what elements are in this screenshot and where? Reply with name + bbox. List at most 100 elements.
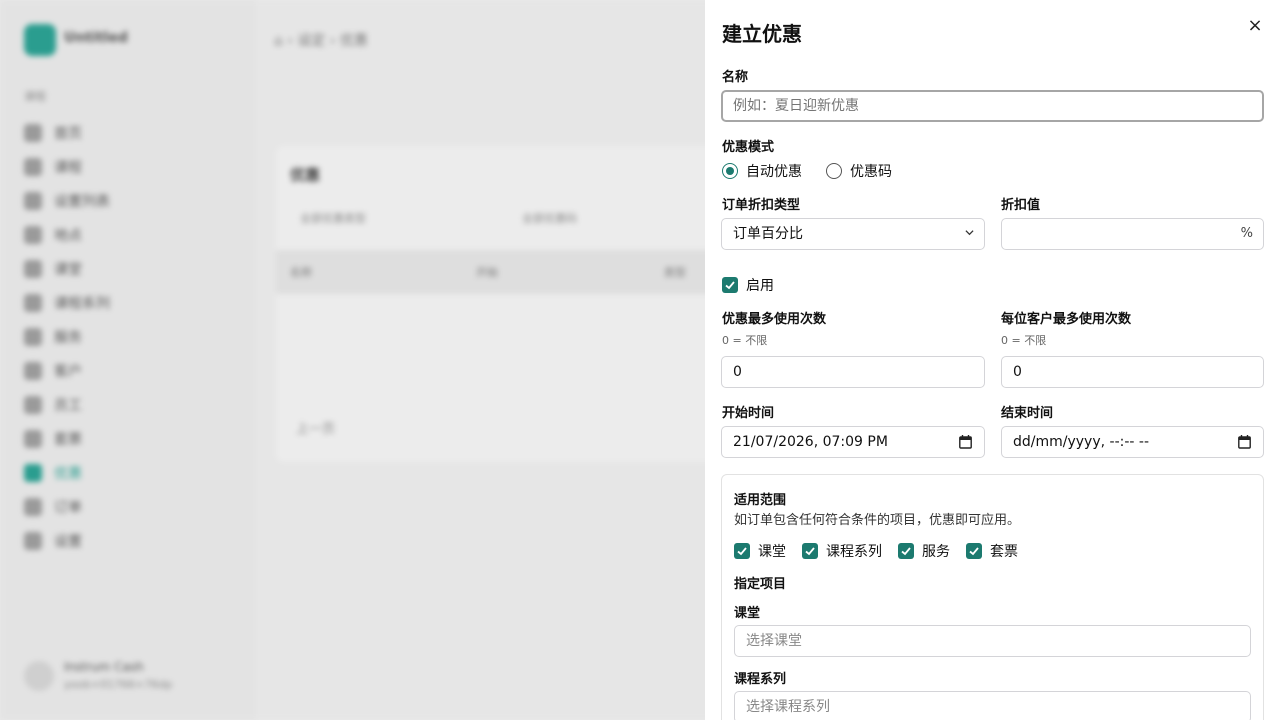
- sidebar-item-packages[interactable]: 套票: [24, 422, 234, 456]
- prev-page-button[interactable]: 上一页: [296, 418, 335, 437]
- start-time-input[interactable]: 21/07/2026, 07:09 PM: [721, 426, 985, 458]
- class-picker-label: 课堂: [734, 606, 761, 621]
- sidebar-item-orders[interactable]: 订单: [24, 490, 234, 524]
- sidebar-item-label: 设置列表: [54, 194, 110, 210]
- sidebar-item-settings[interactable]: 设置: [24, 524, 234, 558]
- name-label: 名称: [722, 70, 749, 85]
- avatar: [24, 660, 54, 691]
- sidebar-item-label: 课堂: [54, 262, 82, 278]
- sidebar-item-label: 课程: [54, 160, 82, 176]
- sidebar-item-label: 员工: [54, 398, 82, 414]
- discount-value-input[interactable]: %: [1001, 218, 1264, 250]
- discount-value-label: 折扣值: [1001, 198, 1041, 213]
- scope-description: 如订单包含任何符合条件的项目，优惠即可应用。: [734, 513, 1021, 528]
- breadcrumb: ⌂ › 设定 › 优惠: [274, 33, 368, 49]
- check-icon: [969, 547, 979, 556]
- app-logo: [24, 24, 56, 56]
- scope-type-checkboxes: 课堂 课程系列 服务 套票: [734, 541, 1018, 561]
- name-input[interactable]: [721, 90, 1264, 122]
- scope-section: 适用范围 如订单包含任何符合条件的项目，优惠即可应用。 课堂 课程系列 服务 套…: [721, 474, 1264, 720]
- auto-discount-radio[interactable]: [722, 163, 738, 179]
- class-icon: [24, 260, 42, 278]
- calendar-icon[interactable]: [959, 435, 972, 449]
- specific-items-label: 指定项目: [734, 577, 787, 592]
- series-picker-label: 课程系列: [734, 672, 787, 687]
- calendar-icon[interactable]: [1238, 435, 1251, 449]
- service-type-label[interactable]: 服务: [922, 541, 950, 561]
- sidebar-nav: 首页 课程 设置列表 地点 课堂 课程系列 服务 客户 员工 套票 优惠 订单 …: [24, 116, 234, 558]
- service-icon: [24, 328, 42, 346]
- sidebar-item-label: 课程系列: [54, 296, 110, 312]
- sidebar-item-staff[interactable]: 员工: [24, 388, 234, 422]
- sidebar-item-customers[interactable]: 客户: [24, 354, 234, 388]
- sidebar-item-label: 套票: [54, 432, 82, 448]
- sidebar-item-label: 首页: [54, 126, 82, 142]
- series-picker-input[interactable]: 选择课程系列: [734, 691, 1251, 720]
- start-time-value: 21/07/2026, 07:09 PM: [733, 434, 888, 450]
- max-uses-per-customer-label: 每位客户最多使用次数: [1001, 312, 1132, 327]
- start-time-label: 开始时间: [722, 406, 775, 421]
- service-type-checkbox[interactable]: [898, 543, 914, 559]
- home-icon: [24, 124, 42, 142]
- max-uses-input[interactable]: 0: [721, 356, 985, 388]
- app-name: Untitled: [64, 30, 128, 46]
- close-button[interactable]: ×: [1244, 14, 1266, 38]
- chevron-down-icon: [965, 230, 974, 236]
- type-filter[interactable]: 全部优惠类型: [290, 204, 490, 234]
- column-header: 开始: [476, 266, 498, 279]
- mode-radio-group: 自动优惠 优惠码: [722, 161, 892, 181]
- check-icon: [901, 547, 911, 556]
- sidebar-item-setup-list[interactable]: 设置列表: [24, 184, 234, 218]
- scope-title: 适用范围: [734, 493, 787, 508]
- sidebar: Untitled 课程 首页 课程 设置列表 地点 课堂 课程系列 服务 客户 …: [0, 0, 256, 720]
- discount-type-label: 订单折扣类型: [722, 198, 801, 213]
- table-header: 名称 开始 类型: [276, 250, 756, 294]
- max-uses-per-customer-input[interactable]: 0: [1001, 356, 1264, 388]
- check-icon: [725, 281, 735, 290]
- sidebar-item-discounts[interactable]: 优惠: [24, 456, 234, 490]
- percent-suffix: %: [1240, 226, 1253, 241]
- coupon-code-label[interactable]: 优惠码: [850, 161, 892, 181]
- end-time-input[interactable]: dd/mm/yyyy, --:-- --: [1001, 426, 1264, 458]
- code-filter[interactable]: 全部优惠码: [512, 204, 712, 234]
- class-type-checkbox[interactable]: [734, 543, 750, 559]
- sidebar-item-courses[interactable]: 课程: [24, 150, 234, 184]
- end-time-label: 结束时间: [1001, 406, 1054, 421]
- gear-icon: [24, 532, 42, 550]
- sidebar-item-label: 服务: [54, 330, 82, 346]
- sidebar-item-label: 优惠: [54, 466, 82, 482]
- staff-icon: [24, 396, 42, 414]
- user-email: yoob+01766+76dp: [64, 678, 173, 691]
- package-type-checkbox[interactable]: [966, 543, 982, 559]
- customer-icon: [24, 362, 42, 380]
- sidebar-item-label: 设置: [54, 534, 82, 550]
- series-type-label[interactable]: 课程系列: [826, 541, 882, 561]
- series-icon: [24, 294, 42, 312]
- discount-list-card: 优惠 全部优惠类型 全部优惠码 名称 开始 类型 上一页: [276, 146, 756, 462]
- enabled-label[interactable]: 启用: [746, 275, 774, 295]
- package-type-label[interactable]: 套票: [990, 541, 1018, 561]
- discount-type-select[interactable]: 订单百分比: [721, 218, 985, 250]
- sidebar-item-label: 客户: [54, 364, 82, 380]
- enabled-row: 启用: [722, 275, 774, 295]
- sidebar-item-classes[interactable]: 课堂: [24, 252, 234, 286]
- sidebar-item-home[interactable]: 首页: [24, 116, 234, 150]
- coupon-code-radio[interactable]: [826, 163, 842, 179]
- enabled-checkbox[interactable]: [722, 277, 738, 293]
- sidebar-item-course-series[interactable]: 课程系列: [24, 286, 234, 320]
- user-profile[interactable]: Instrum Cash yoob+01766+76dp: [24, 660, 172, 691]
- class-type-label[interactable]: 课堂: [758, 541, 786, 561]
- package-icon: [24, 430, 42, 448]
- series-type-checkbox[interactable]: [802, 543, 818, 559]
- mode-label: 优惠模式: [722, 140, 775, 155]
- order-icon: [24, 498, 42, 516]
- location-icon: [24, 226, 42, 244]
- sidebar-item-services[interactable]: 服务: [24, 320, 234, 354]
- sidebar-item-locations[interactable]: 地点: [24, 218, 234, 252]
- class-picker-input[interactable]: 选择课堂: [734, 625, 1251, 657]
- check-icon: [805, 547, 815, 556]
- list-icon: [24, 192, 42, 210]
- auto-discount-label[interactable]: 自动优惠: [746, 161, 802, 181]
- card-title: 优惠: [290, 166, 321, 184]
- create-discount-drawer: 建立优惠 × 名称 优惠模式 自动优惠 优惠码 订单折扣类型 订单百分比 折扣值…: [705, 0, 1280, 720]
